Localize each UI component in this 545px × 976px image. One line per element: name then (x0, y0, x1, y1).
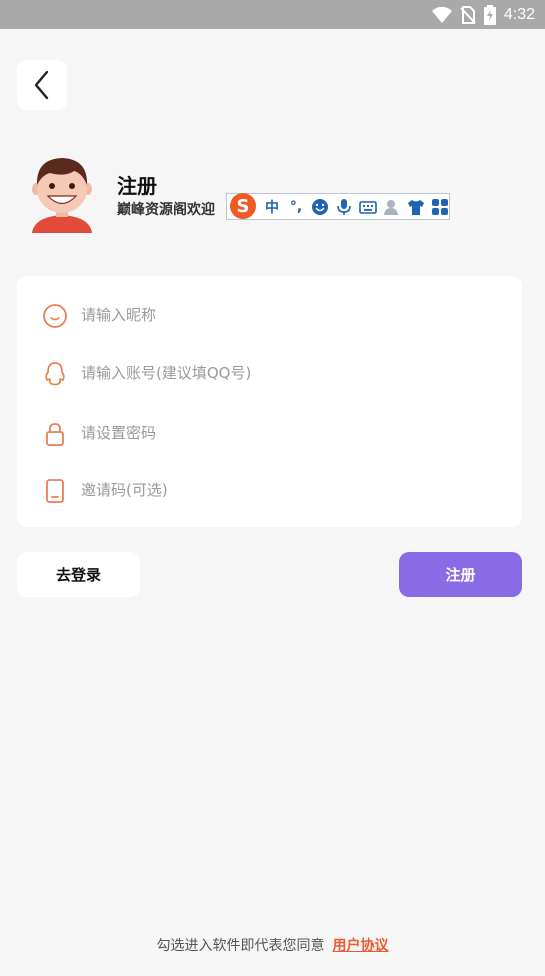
password-placeholder: 请设置密码 (81, 424, 157, 442)
svg-text:S: S (237, 196, 250, 217)
sogou-logo-icon[interactable]: S (229, 192, 257, 220)
chevron-left-icon (34, 70, 49, 100)
grid-icon[interactable] (431, 198, 449, 216)
page-title: 注册 (117, 174, 157, 198)
smile-icon (43, 304, 67, 328)
phone-icon (46, 479, 64, 503)
go-login-button[interactable]: 去登录 (17, 552, 140, 597)
ime-chinese-toggle[interactable]: 中 (263, 198, 281, 216)
password-field[interactable]: 请设置密码 (17, 413, 522, 453)
user-icon[interactable] (383, 198, 401, 216)
agreement-notice: 勾选进入软件即代表您同意 用户协议 (0, 935, 545, 955)
shirt-icon[interactable] (407, 198, 425, 216)
qq-icon (45, 362, 65, 386)
ime-punctuation-toggle[interactable]: °, (287, 198, 305, 216)
keyboard-icon[interactable] (359, 198, 377, 216)
battery-charging-icon (483, 5, 496, 25)
emoji-icon[interactable] (311, 198, 329, 216)
nickname-field[interactable]: 请输入昵称 (17, 295, 522, 335)
nickname-placeholder: 请输入昵称 (81, 306, 157, 324)
register-form: 请输入昵称 请输入账号(建议填QQ号) 请设置密码 邀请码(可选) (17, 276, 522, 527)
avatar (32, 158, 92, 233)
wifi-icon (431, 7, 452, 23)
mic-icon[interactable] (335, 198, 353, 216)
agreement-text: 勾选进入软件即代表您同意 (156, 938, 325, 954)
ime-toolbar: S 中 °, (226, 192, 450, 220)
status-time: 4:32 (503, 6, 535, 23)
account-placeholder: 请输入账号(建议填QQ号) (81, 364, 252, 382)
status-bar: 4:32 (0, 0, 545, 29)
lock-icon (46, 423, 64, 446)
account-field[interactable]: 请输入账号(建议填QQ号) (17, 353, 522, 393)
no-sim-icon (460, 6, 476, 24)
invite-code-placeholder: 邀请码(可选) (81, 481, 168, 499)
invite-code-field[interactable]: 邀请码(可选) (17, 470, 522, 510)
register-button[interactable]: 注册 (399, 552, 522, 597)
welcome-subtitle: 巅峰资源阁欢迎 (117, 202, 215, 218)
back-button[interactable] (17, 60, 67, 110)
user-agreement-link[interactable]: 用户协议 (333, 938, 389, 954)
